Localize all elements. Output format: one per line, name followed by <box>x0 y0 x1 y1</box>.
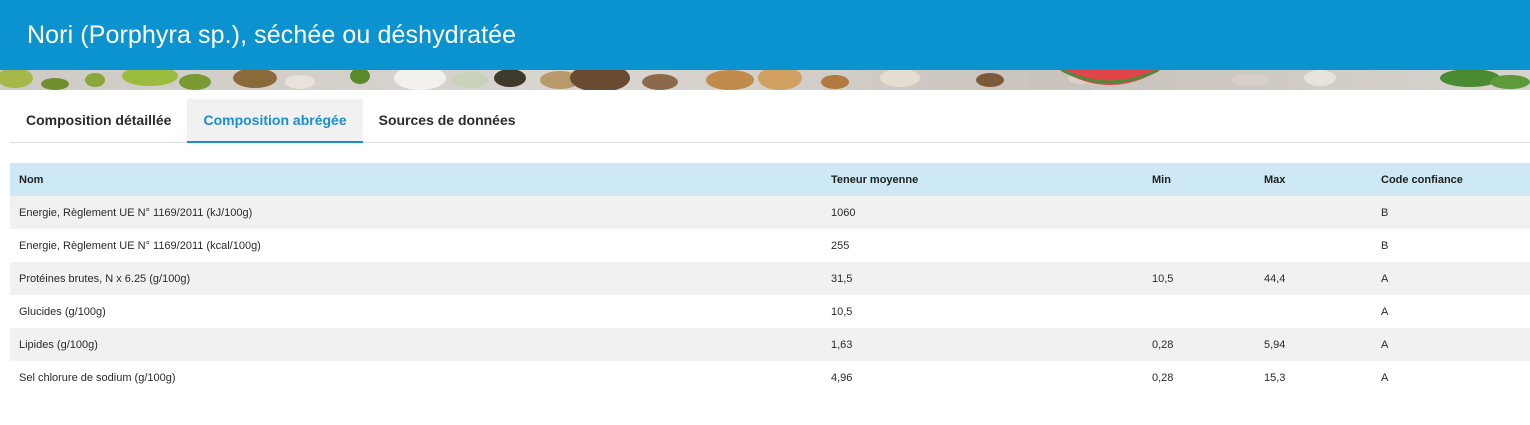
page-banner: Nori (Porphyra sp.), séchée ou déshydrat… <box>0 0 1530 90</box>
tab-label: Composition abrégée <box>203 112 347 128</box>
cell-code: A <box>1381 305 1389 318</box>
table-header-row: Nom Teneur moyenne Min Max Code confianc… <box>10 163 1530 196</box>
cell-name: Sel chlorure de sodium (g/100g) <box>19 371 176 384</box>
cell-name: Protéines brutes, N x 6.25 (g/100g) <box>19 272 191 285</box>
cell-code: B <box>1381 239 1389 252</box>
cell-mean: 31,5 <box>831 272 853 285</box>
tab-label: Sources de données <box>378 112 516 128</box>
cell-min <box>1143 295 1255 328</box>
column-header-teneur-moyenne[interactable]: Teneur moyenne <box>822 163 1143 196</box>
cell-max: 15,3 <box>1264 371 1286 384</box>
table-row: Glucides (g/100g) 10,5 A <box>10 295 1530 328</box>
table-row: Energie, Règlement UE N° 1169/2011 (kcal… <box>10 229 1530 262</box>
cell-min: 0,28 <box>1152 338 1174 351</box>
cell-mean: 255 <box>831 239 850 252</box>
table-row: Energie, Règlement UE N° 1169/2011 (kJ/1… <box>10 196 1530 229</box>
cell-mean: 4,96 <box>831 371 853 384</box>
cell-min <box>1143 196 1255 229</box>
column-header-code-confiance[interactable]: Code confiance <box>1372 163 1530 196</box>
cell-code: B <box>1381 206 1389 219</box>
cell-code: A <box>1381 272 1389 285</box>
food-image-illustration <box>0 70 1530 90</box>
cell-max <box>1255 295 1372 328</box>
table-row: Protéines brutes, N x 6.25 (g/100g) 31,5… <box>10 262 1530 295</box>
composition-table: Nom Teneur moyenne Min Max Code confianc… <box>10 163 1530 394</box>
tab-composition-abregee[interactable]: Composition abrégée <box>187 99 363 143</box>
table-row: Lipides (g/100g) 1,63 0,28 5,94 A <box>10 328 1530 361</box>
cell-mean: 1,63 <box>831 338 853 351</box>
cell-max <box>1255 229 1372 262</box>
cell-code: A <box>1381 338 1389 351</box>
cell-min: 10,5 <box>1152 272 1174 285</box>
cell-name: Energie, Règlement UE N° 1169/2011 (kcal… <box>19 239 261 252</box>
tab-bar: Composition détaillée Composition abrégé… <box>10 90 1530 143</box>
composition-table-container: Nom Teneur moyenne Min Max Code confianc… <box>10 163 1530 394</box>
cell-max: 5,94 <box>1264 338 1286 351</box>
column-header-max[interactable]: Max <box>1255 163 1372 196</box>
cell-name: Glucides (g/100g) <box>19 305 106 318</box>
column-header-nom[interactable]: Nom <box>10 163 822 196</box>
title-bar: Nori (Porphyra sp.), séchée ou déshydrat… <box>0 0 1530 70</box>
food-image-strip <box>0 70 1530 90</box>
cell-code: A <box>1381 371 1389 384</box>
cell-name: Lipides (g/100g) <box>19 338 98 351</box>
tab-sources-de-donnees[interactable]: Sources de données <box>363 99 532 143</box>
tab-composition-detaillee[interactable]: Composition détaillée <box>10 99 187 143</box>
page-title: Nori (Porphyra sp.), séchée ou déshydrat… <box>27 20 517 49</box>
cell-mean: 1060 <box>831 206 856 219</box>
cell-mean: 10,5 <box>831 305 853 318</box>
tab-label: Composition détaillée <box>26 112 172 128</box>
cell-min: 0,28 <box>1152 371 1174 384</box>
cell-name: Energie, Règlement UE N° 1169/2011 (kJ/1… <box>19 206 253 219</box>
cell-max <box>1255 196 1372 229</box>
column-header-min[interactable]: Min <box>1143 163 1255 196</box>
table-row: Sel chlorure de sodium (g/100g) 4,96 0,2… <box>10 361 1530 394</box>
cell-max: 44,4 <box>1264 272 1286 285</box>
cell-min <box>1143 229 1255 262</box>
